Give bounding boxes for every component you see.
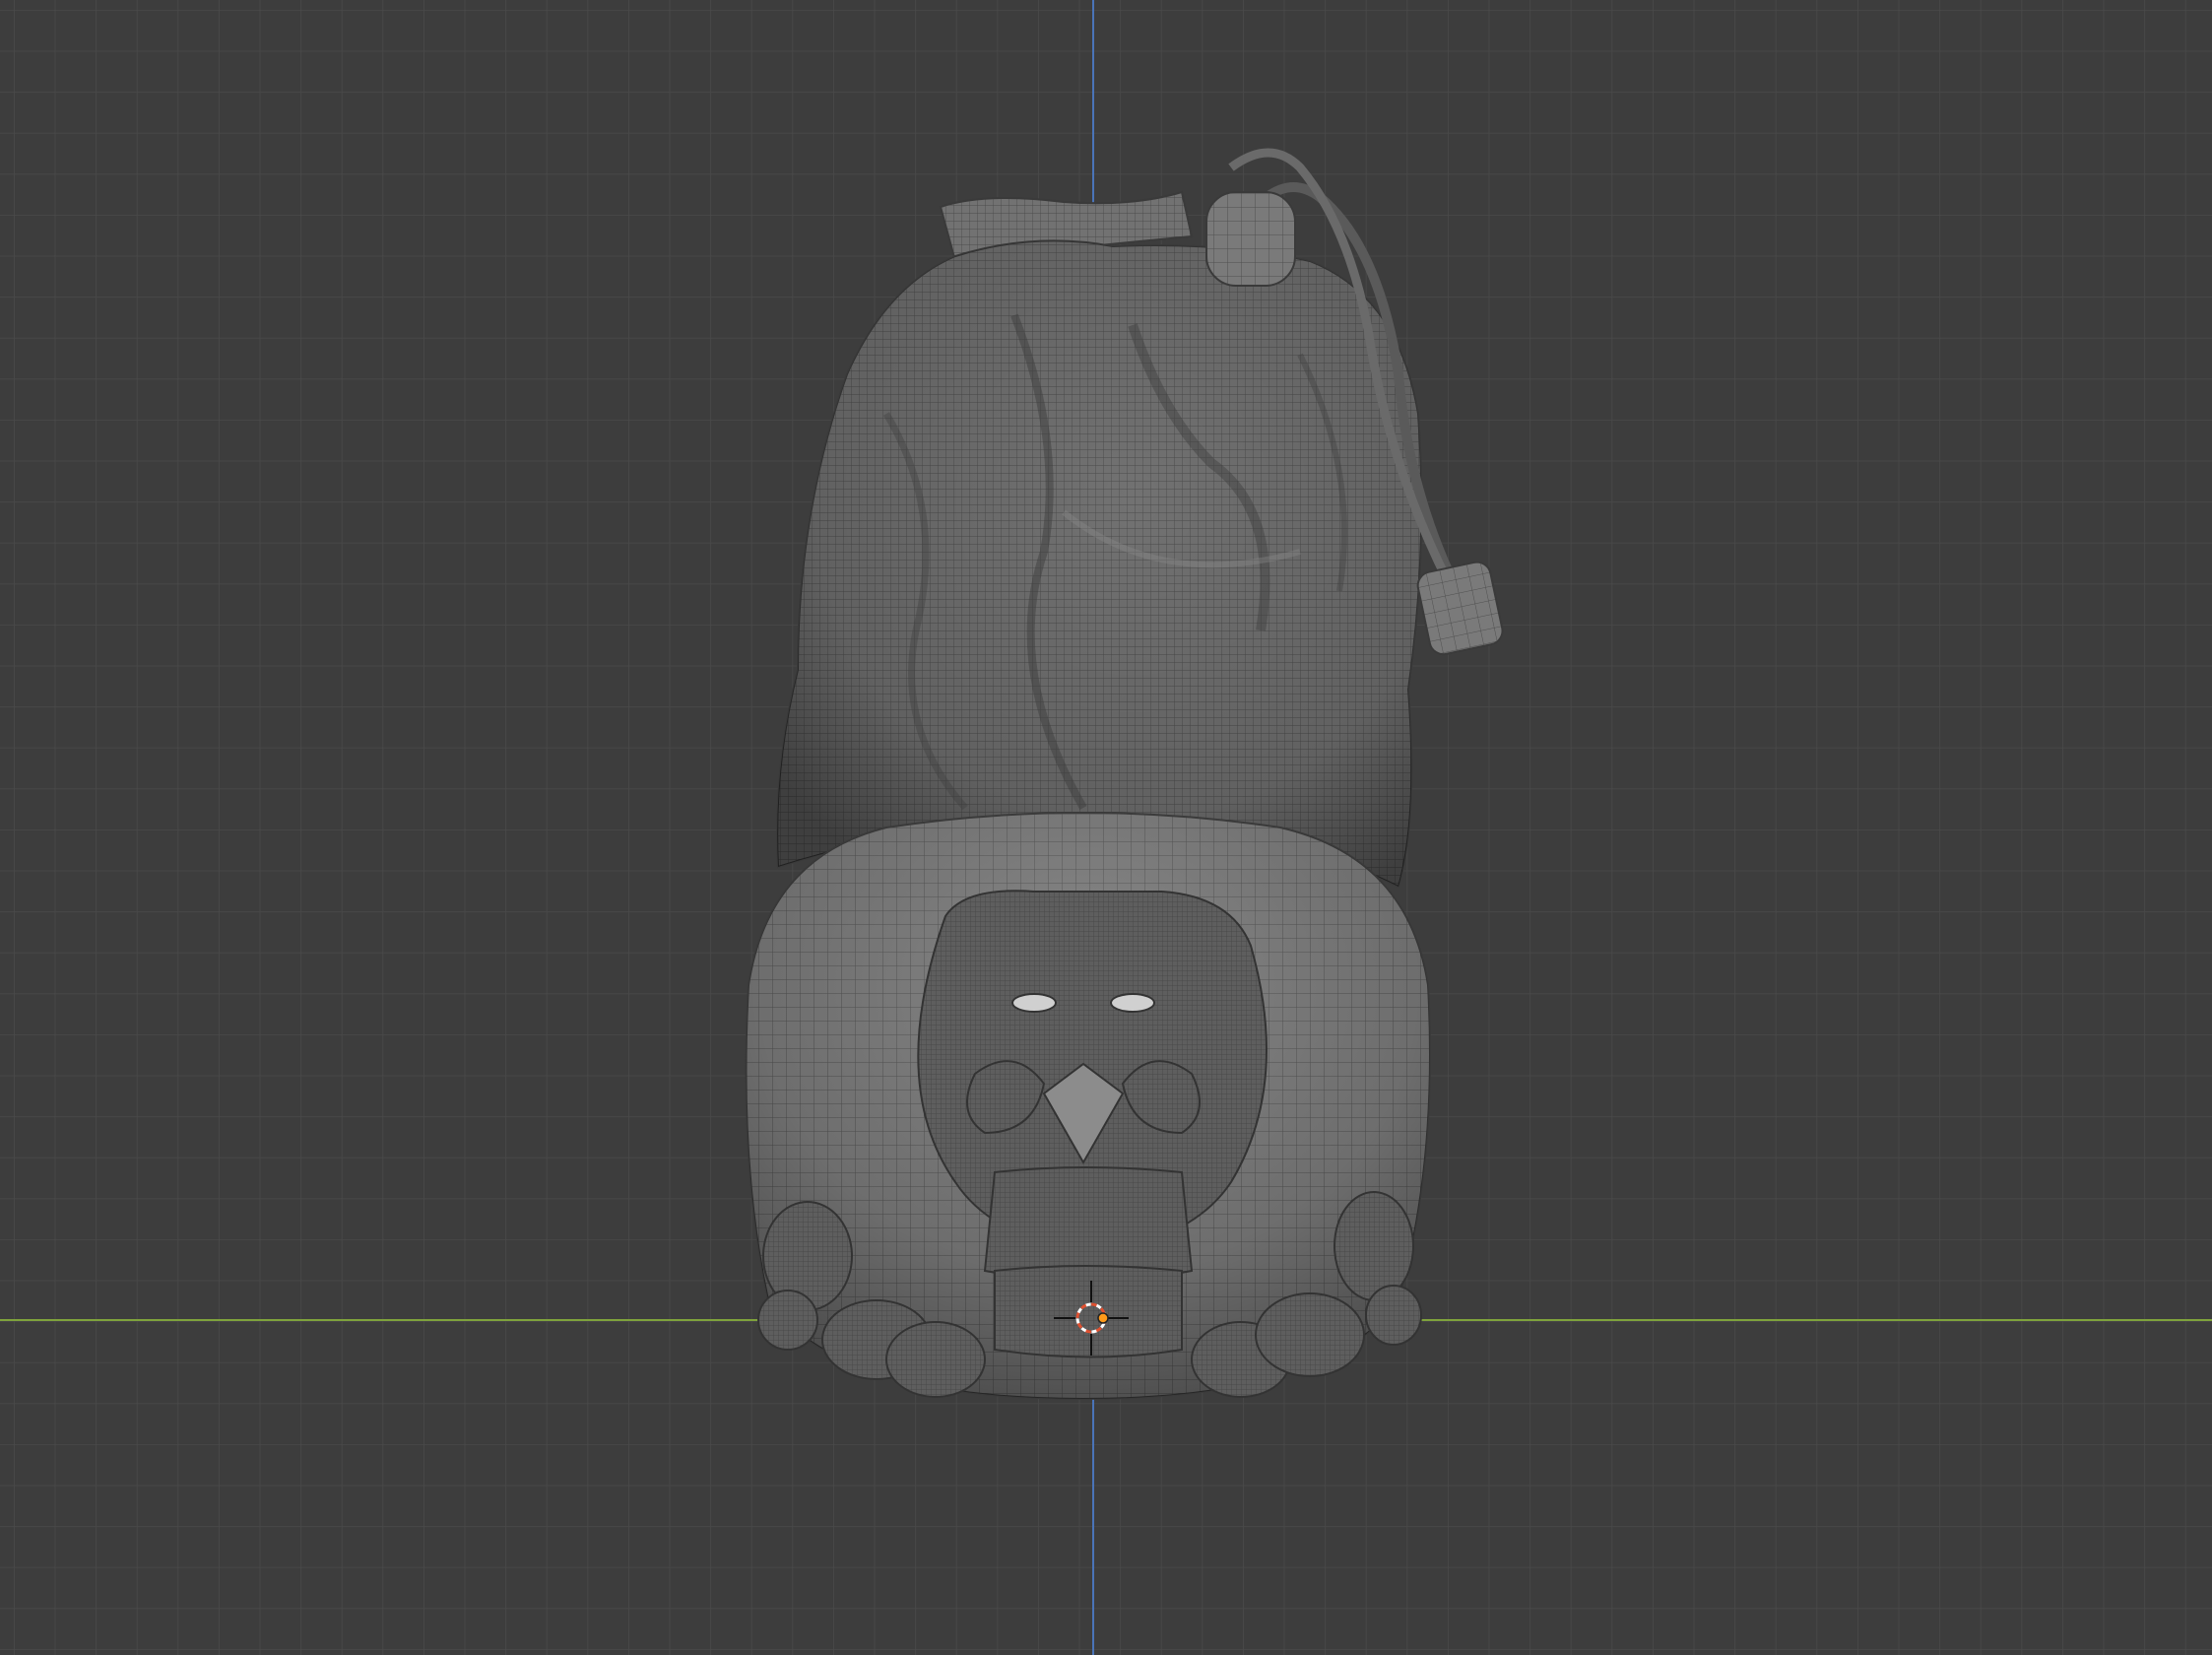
cord-lock — [1205, 191, 1296, 287]
object-origin-icon — [1097, 1312, 1109, 1324]
right-bump — [1334, 1191, 1414, 1301]
3d-viewport[interactable] — [0, 0, 2212, 1655]
cord-end — [1416, 561, 1504, 656]
